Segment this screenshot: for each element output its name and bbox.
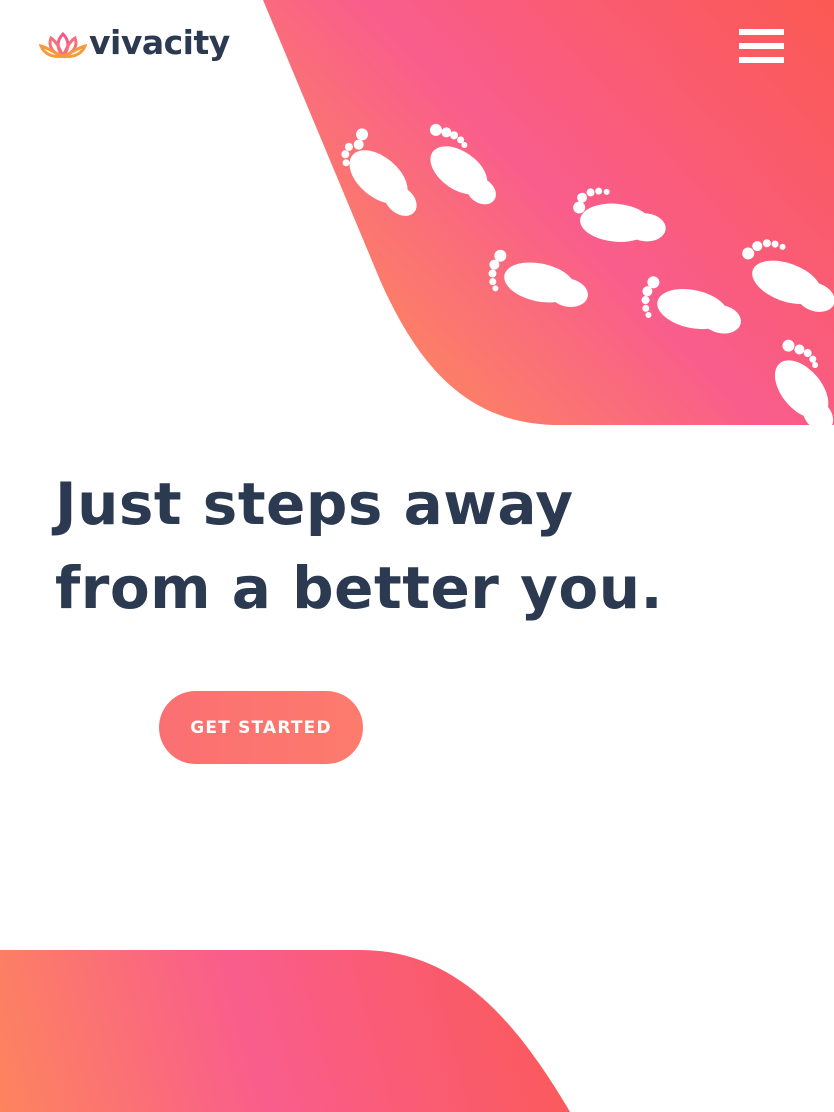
brand-name: vivacity [89, 23, 230, 62]
hamburger-menu-icon[interactable] [736, 26, 788, 66]
menu-bar [739, 43, 784, 49]
headline-line-2: from a better you. [55, 554, 664, 622]
logo[interactable]: vivacity [39, 23, 230, 66]
page: vivacity Just steps away from a better y… [0, 0, 834, 1112]
lotus-icon [39, 31, 87, 59]
get-started-button[interactable]: GET STARTED [159, 691, 363, 764]
menu-bar [739, 29, 784, 35]
hero-headline: Just steps away from a better you. [55, 462, 663, 630]
headline-line-1: Just steps away [55, 470, 574, 538]
site-header: vivacity [0, 0, 834, 100]
menu-bar [739, 57, 784, 63]
